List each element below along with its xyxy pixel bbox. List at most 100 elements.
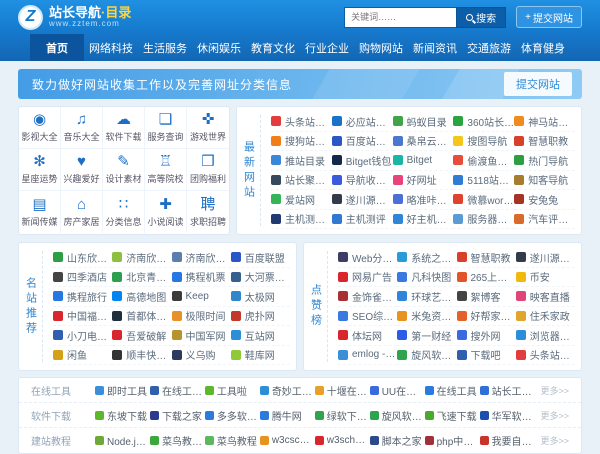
nav-item-0[interactable]: 首页 (30, 34, 84, 61)
site-link[interactable]: w3school ... (314, 433, 370, 448)
site-link[interactable]: 鞋库网 (230, 346, 290, 365)
site-link[interactable]: 站长聚集地 (271, 171, 332, 190)
site-link[interactable]: Bitget钱包 (331, 151, 393, 171)
site-link[interactable]: 携程机票 (171, 268, 231, 287)
site-link[interactable]: 奇妙工具箱 (259, 383, 315, 398)
category-real-estate[interactable]: ⌂ 房产家居 (61, 191, 103, 233)
site-link[interactable]: 遂川源码网 (515, 248, 575, 268)
more-link[interactable]: 更多>> (540, 434, 569, 447)
site-link[interactable]: 站长工具网 (479, 383, 535, 398)
site-link[interactable]: 腾牛网 (259, 408, 315, 423)
site-link[interactable]: w3cschool (259, 433, 315, 448)
site-link[interactable]: SEO综合查询 (338, 307, 398, 326)
nav-item-6[interactable]: 购物网站 (354, 34, 408, 61)
nav-item-7[interactable]: 新闻资讯 (408, 34, 462, 61)
site-link[interactable]: 华军软件园 (479, 408, 535, 423)
nav-item-9[interactable]: 体育健身 (516, 34, 570, 61)
category-hobbies[interactable]: ♥ 兴趣爱好 (61, 149, 103, 191)
site-link[interactable]: 浏览器家园 (515, 326, 575, 346)
site-link[interactable]: 知客导航 (514, 171, 575, 190)
site-link[interactable]: 360站长平台 (453, 112, 515, 132)
site-link[interactable]: 币安 (515, 268, 575, 287)
more-link[interactable]: 更多>> (540, 384, 569, 397)
site-link[interactable]: 太极网 (230, 287, 290, 307)
site-link[interactable]: 网易广告 (338, 268, 398, 287)
site-link[interactable]: 旋风软件园 (397, 346, 457, 365)
site-link[interactable]: 山东欣烨生... (53, 248, 113, 268)
site-link[interactable]: 旋风软件园 (369, 408, 425, 423)
search-input[interactable] (344, 6, 457, 28)
site-link[interactable]: 蚂蚁目录 (392, 112, 454, 132)
site-link[interactable]: 绿软下载站 (314, 408, 370, 423)
site-link[interactable]: Node.js 中... (95, 433, 150, 448)
site-link[interactable]: 汽车评测网 (514, 210, 575, 229)
site-link[interactable]: 闲鱼 (53, 346, 113, 365)
site-link[interactable]: 必应站长平台 (331, 112, 393, 132)
site-link[interactable]: 爱站网 (271, 190, 332, 210)
site-link[interactable]: 百度站长平台 (331, 132, 393, 151)
site-link[interactable]: 菜鸟教程网 (149, 433, 205, 448)
category-group-buying[interactable]: ❒ 团购福利 (187, 149, 229, 191)
site-link[interactable]: 推站目录 (271, 151, 332, 171)
category-movies[interactable]: ◉ 影视大全 (19, 107, 61, 149)
site-link[interactable]: UU在线工具 (369, 383, 425, 398)
site-link[interactable]: 遂川源码网 (331, 190, 393, 210)
site-link[interactable]: emlog - eml... (338, 346, 398, 365)
site-link[interactable]: 携程旅行 (53, 287, 113, 307)
site-link[interactable]: 凡科快图 (397, 268, 457, 287)
site-link[interactable]: 偷渡鱼网址... (453, 151, 515, 171)
nav-item-1[interactable]: 网络科技 (84, 34, 138, 61)
site-link[interactable]: 下载吧 (456, 346, 516, 365)
nav-item-5[interactable]: 行业企业 (300, 34, 354, 61)
site-link[interactable]: 工具啦 (204, 383, 260, 398)
site-link[interactable]: 即时工具 (95, 383, 150, 398)
site-link[interactable]: 极限时间 (171, 307, 231, 326)
site-link[interactable]: Keep (171, 287, 231, 307)
site-link[interactable]: 北京青年旅... (112, 268, 172, 287)
site-link[interactable]: 热门导航 (514, 151, 575, 171)
submit-site-button[interactable]: + 提交网站 (516, 6, 582, 28)
site-link[interactable]: 搜图导航 (453, 132, 515, 151)
category-news-media[interactable]: ▤ 新闻传媒 (19, 191, 61, 233)
site-link[interactable]: 大河票务网 (230, 268, 290, 287)
site-link[interactable]: 首都体育学院 (112, 307, 172, 326)
site-link[interactable]: 小刀电动车 (53, 326, 113, 346)
site-logo[interactable]: Z 站长导航·目录 www.zztem.com (18, 4, 131, 30)
category-music[interactable]: ♫ 音乐大全 (61, 107, 103, 149)
site-link[interactable]: 四季酒店 (53, 268, 113, 287)
banner-submit-button[interactable]: 提交网站 (504, 72, 572, 96)
site-link[interactable]: 主机测评 (331, 210, 393, 229)
category-novels[interactable]: ✚ 小说阅读 (145, 191, 187, 233)
site-link[interactable]: 神马站长平台 (514, 112, 575, 132)
nav-item-2[interactable]: 生活服务 (138, 34, 192, 61)
nav-item-3[interactable]: 休闲娱乐 (192, 34, 246, 61)
site-link[interactable]: 我要自学网 (479, 433, 535, 448)
site-link[interactable]: 菜鸟教程 (204, 433, 260, 448)
search-button[interactable]: 搜索 (456, 6, 507, 28)
site-link[interactable]: 十堰在线... (314, 383, 370, 398)
site-link[interactable]: 米兔资源网 (397, 307, 457, 326)
site-link[interactable]: 多多软件站 (204, 408, 260, 423)
site-link[interactable]: 虎扑网 (230, 307, 290, 326)
site-link[interactable]: 搜狗站长平台 (271, 132, 332, 151)
site-link[interactable]: 第一财经 (397, 326, 457, 346)
site-link[interactable]: 住禾家政 (515, 307, 575, 326)
site-link[interactable]: 体坛网 (338, 326, 398, 346)
site-link[interactable]: Bitget (392, 151, 454, 171)
site-link[interactable]: 在线工具网 (149, 383, 205, 398)
site-link[interactable]: 济南欣欣化... (171, 248, 231, 268)
site-link[interactable]: 高德地图 (112, 287, 172, 307)
site-link[interactable]: 絮博客 (456, 287, 516, 307)
site-link[interactable]: 系统之家官网 (397, 248, 457, 268)
site-link[interactable]: 265上网导航 (456, 268, 516, 287)
site-link[interactable]: 顺丰快递官网 (112, 346, 172, 365)
site-link[interactable]: 互站网 (230, 326, 290, 346)
category-jobs[interactable]: 聘求职招聘 (187, 191, 229, 233)
site-link[interactable]: 映客直播 (515, 287, 575, 307)
site-link[interactable]: 服务器评测网 (453, 210, 515, 229)
site-link[interactable]: 主机测评网 (271, 210, 332, 229)
category-design-assets[interactable]: ✎ 设计素材 (103, 149, 145, 191)
site-link[interactable]: Web分类目... (338, 248, 398, 268)
site-link[interactable]: 智慧职教 (514, 132, 575, 151)
site-link[interactable]: 东坡下载 (95, 408, 150, 423)
